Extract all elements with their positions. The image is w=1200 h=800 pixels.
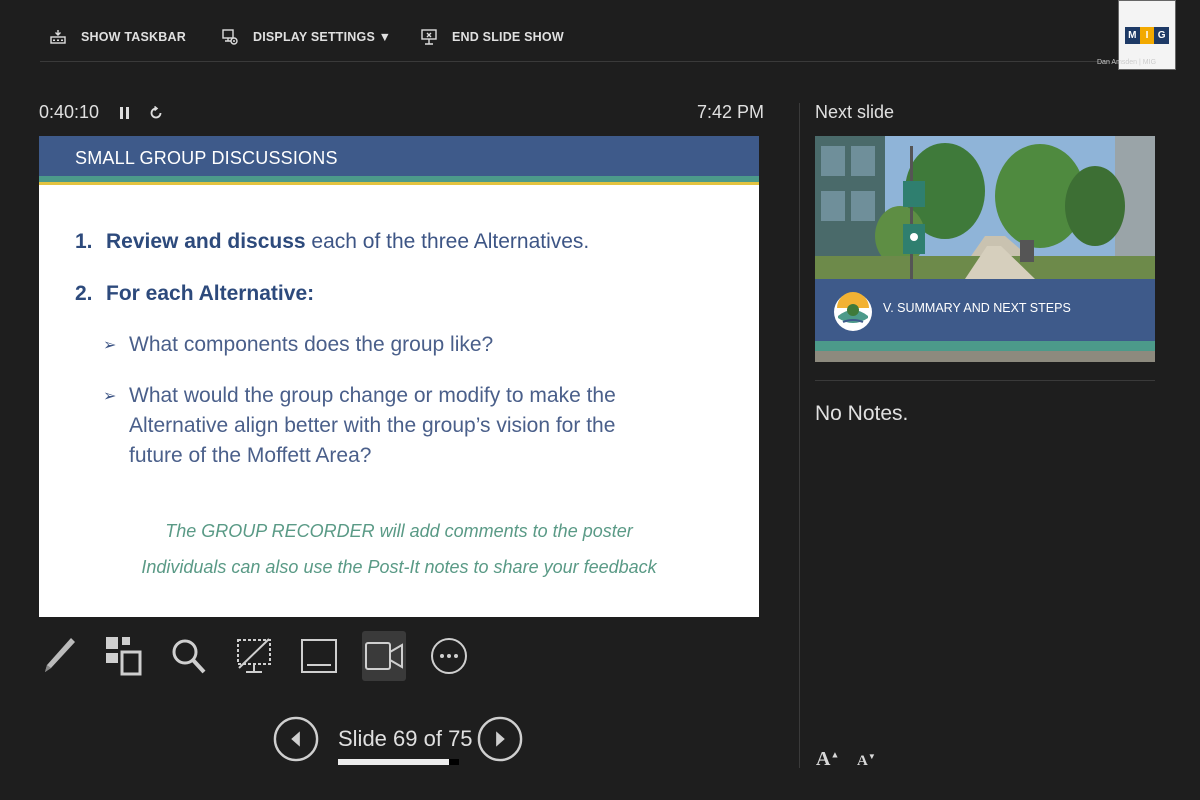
camera-button[interactable] — [362, 631, 406, 681]
subtitles-icon — [301, 639, 337, 673]
more-options-icon — [431, 638, 467, 674]
sub-item-1: What components does the group like? — [129, 333, 494, 356]
display-settings-icon — [222, 29, 238, 45]
restart-timer-button[interactable] — [149, 105, 163, 120]
mig-logo-i: I — [1139, 27, 1155, 44]
next-slide-button[interactable] — [477, 712, 523, 766]
presentation-timer: 0:40:10 — [39, 102, 163, 123]
community-logo-icon — [834, 292, 872, 331]
item-2-text: For each Alternative: — [106, 282, 314, 306]
slide-title: SMALL GROUP DISCUSSIONS — [75, 148, 338, 168]
pause-icon — [120, 106, 130, 119]
next-slide-teal-band — [815, 341, 1155, 351]
mig-logo-m: M — [1125, 27, 1140, 44]
pen-tool-button[interactable] — [37, 631, 81, 681]
notes-divider — [815, 380, 1155, 381]
see-all-slides-button[interactable] — [102, 631, 146, 681]
item-1-text: Review and discuss each of the three Alt… — [106, 230, 589, 254]
sub-bullet-arrow-2: ➢ — [103, 388, 117, 405]
previous-arrow-icon — [273, 716, 319, 762]
slide-header-bar: SMALL GROUP DISCUSSIONS — [39, 136, 759, 176]
decrease-font-button[interactable]: A▼ — [857, 752, 876, 770]
display-settings-label: DISPLAY SETTINGS ▼ — [253, 30, 392, 44]
pause-timer-button[interactable] — [119, 106, 131, 120]
next-slide-thumbnail[interactable]: V. SUMMARY AND NEXT STEPS — [815, 136, 1155, 362]
item-2-number: 2. — [75, 282, 93, 305]
slide-header-gold-band — [39, 182, 759, 185]
next-slide-label: Next slide — [815, 102, 895, 122]
webcam-participant-name: Dan Amsden | MIG — [1097, 59, 1157, 66]
item-1-rest: each of the three Alternatives. — [305, 230, 590, 253]
magnifier-icon — [172, 639, 206, 674]
pen-icon — [45, 638, 75, 672]
item-2-bold: For each Alternative: — [106, 282, 315, 305]
panel-divider — [799, 103, 800, 768]
previous-slide-button[interactable] — [273, 712, 319, 766]
video-camera-icon — [365, 642, 403, 670]
zoom-button[interactable] — [167, 631, 211, 681]
current-slide[interactable]: SMALL GROUP DISCUSSIONS 1. Review and di… — [39, 136, 759, 617]
slide-tools-bar — [37, 631, 492, 681]
item-1-bold: Review and discuss — [106, 230, 306, 253]
increase-font-icon: A — [816, 748, 831, 770]
elapsed-time: 0:40:10 — [39, 102, 100, 122]
slide-progress-fill — [338, 759, 450, 765]
subtitles-button[interactable] — [297, 631, 341, 681]
display-settings-button[interactable]: DISPLAY SETTINGS ▼ — [221, 26, 391, 48]
screen-off-icon — [237, 638, 271, 673]
end-slide-show-label: END SLIDE SHOW — [452, 30, 564, 44]
speaker-notes: No Notes. — [815, 402, 909, 425]
increase-font-button[interactable]: A▲ — [816, 748, 839, 771]
slide-note-recorder: The GROUP RECORDER will add comments to … — [165, 521, 633, 541]
restart-icon — [150, 105, 162, 118]
mig-logo-g: G — [1154, 27, 1170, 44]
next-slide-title: V. SUMMARY AND NEXT STEPS — [883, 301, 1071, 315]
sub-item-2: What would the group change or modify to… — [129, 384, 616, 467]
show-taskbar-button[interactable]: SHOW TASKBAR — [49, 26, 186, 48]
current-time: 7:42 PM — [697, 102, 765, 122]
taskbar-icon — [50, 30, 66, 44]
next-arrow-icon — [477, 716, 523, 762]
decrease-font-icon: A — [857, 753, 868, 769]
sub-bullet-arrow-1: ➢ — [103, 337, 117, 354]
item-1-number: 1. — [75, 230, 93, 253]
slide-counter[interactable]: Slide 69 of 75 — [338, 726, 473, 752]
presenter-toolbar: SHOW TASKBAR DISPLAY SETTINGS ▼ END SLID… — [0, 0, 1200, 62]
end-slide-show-button[interactable]: END SLIDE SHOW — [420, 26, 564, 48]
slide-note-post-it: Individuals can also use the Post-It not… — [141, 557, 657, 577]
slides-grid-icon — [106, 637, 142, 676]
show-taskbar-label: SHOW TASKBAR — [81, 30, 186, 44]
black-screen-button[interactable] — [232, 631, 276, 681]
more-options-button[interactable] — [427, 631, 471, 681]
mig-logo: M I G — [1125, 27, 1170, 44]
toolbar-divider — [40, 61, 1110, 62]
end-show-icon — [421, 29, 437, 45]
slide-progress-bar — [338, 759, 459, 765]
